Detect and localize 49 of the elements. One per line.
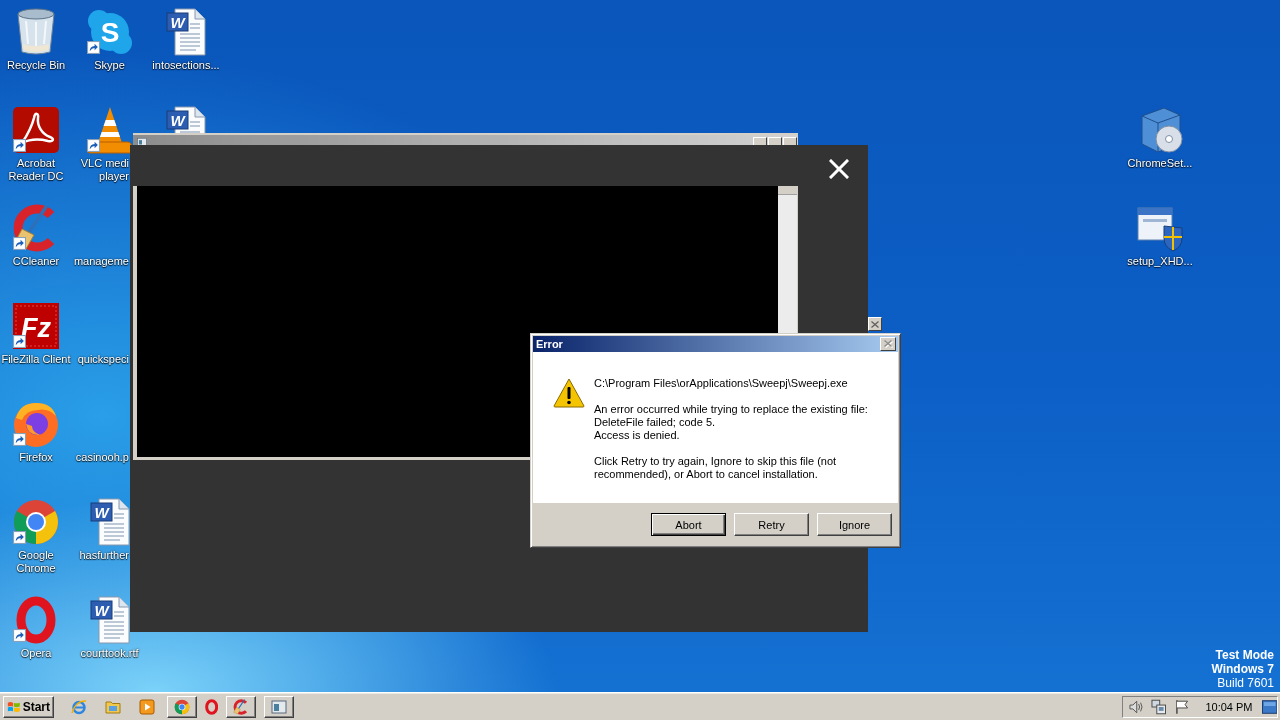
file-path: C:\Program Files\orApplications\Sweepj\Sweepj.exe: [594, 377, 849, 390]
system-notice-text: Test Mode: [1214, 648, 1274, 662]
desktop-icon-label[interactable]: Recycle Bin: [6, 59, 66, 72]
start-button[interactable]: Start: [3, 695, 54, 718]
firefox-icon[interactable]: [12, 400, 60, 448]
setup-shield-icon[interactable]: [1136, 204, 1184, 252]
media-player-icon[interactable]: [139, 698, 155, 715]
close-icon[interactable]: [829, 159, 849, 179]
desktop-icon-label[interactable]: FileZilla Client: [1, 353, 71, 366]
dialog-button[interactable]: Ignore: [817, 513, 892, 536]
maximize-button[interactable]: [768, 137, 782, 145]
instruction-text: Click Retry to try again, Ignore to skip this file (not recommended), or Abort to cancel installation.: [594, 455, 838, 481]
system-notice-text: Windows 7: [1211, 662, 1274, 676]
minimize-button[interactable]: [753, 137, 767, 145]
close-icon: [871, 320, 879, 328]
taskbar-button[interactable]: [167, 695, 197, 718]
close-icon: [883, 340, 893, 348]
taskbar-button[interactable]: [264, 695, 295, 718]
clock[interactable]: 10:04 PM: [1205, 700, 1253, 713]
acrobat-icon[interactable]: [12, 106, 60, 154]
desktop-icon-label[interactable]: Acrobat Reader DC: [8, 157, 64, 183]
desktop-icon-label[interactable]: manageme: [73, 255, 129, 268]
error-message: An error occurred while trying to replace the existing file: DeleteFile failed; code 5. Access is denied.: [594, 403, 869, 442]
network-icon[interactable]: [1151, 698, 1167, 715]
opera-icon: [205, 698, 219, 715]
dialog-button[interactable]: Abort: [651, 513, 726, 536]
taskbar-button[interactable]: [226, 695, 257, 718]
desktop-icon-label[interactable]: intosections...: [152, 59, 220, 72]
chrome-icon[interactable]: [12, 498, 60, 546]
dialog-title: Error: [536, 338, 563, 350]
dialog-button[interactable]: Retry: [734, 513, 809, 536]
desktop-icon-label[interactable]: Skype: [94, 59, 125, 72]
window-icon: [271, 698, 288, 715]
system-notice-text: Build 7601: [1216, 676, 1274, 690]
desktop-icon-label[interactable]: VLC medi player: [80, 157, 129, 183]
chrome-icon: [174, 698, 190, 715]
opera-icon[interactable]: [16, 596, 56, 644]
filezilla-icon[interactable]: Fz: [12, 302, 60, 350]
speaker-icon[interactable]: [1129, 698, 1145, 715]
warning-icon: [553, 378, 585, 408]
recycle-bin-icon[interactable]: [16, 8, 56, 56]
close-button[interactable]: [868, 317, 882, 331]
show-desktop-icon[interactable]: [1261, 699, 1277, 714]
desktop-icon-label[interactable]: ChromeSet...: [1127, 157, 1193, 170]
desktop-icon-label[interactable]: setup_XHD...: [1127, 255, 1193, 268]
flag-icon[interactable]: [1173, 698, 1190, 715]
desktop-icon-label[interactable]: CCleaner: [12, 255, 60, 268]
ccleaner-icon: [233, 698, 250, 715]
close-button[interactable]: [783, 137, 797, 145]
